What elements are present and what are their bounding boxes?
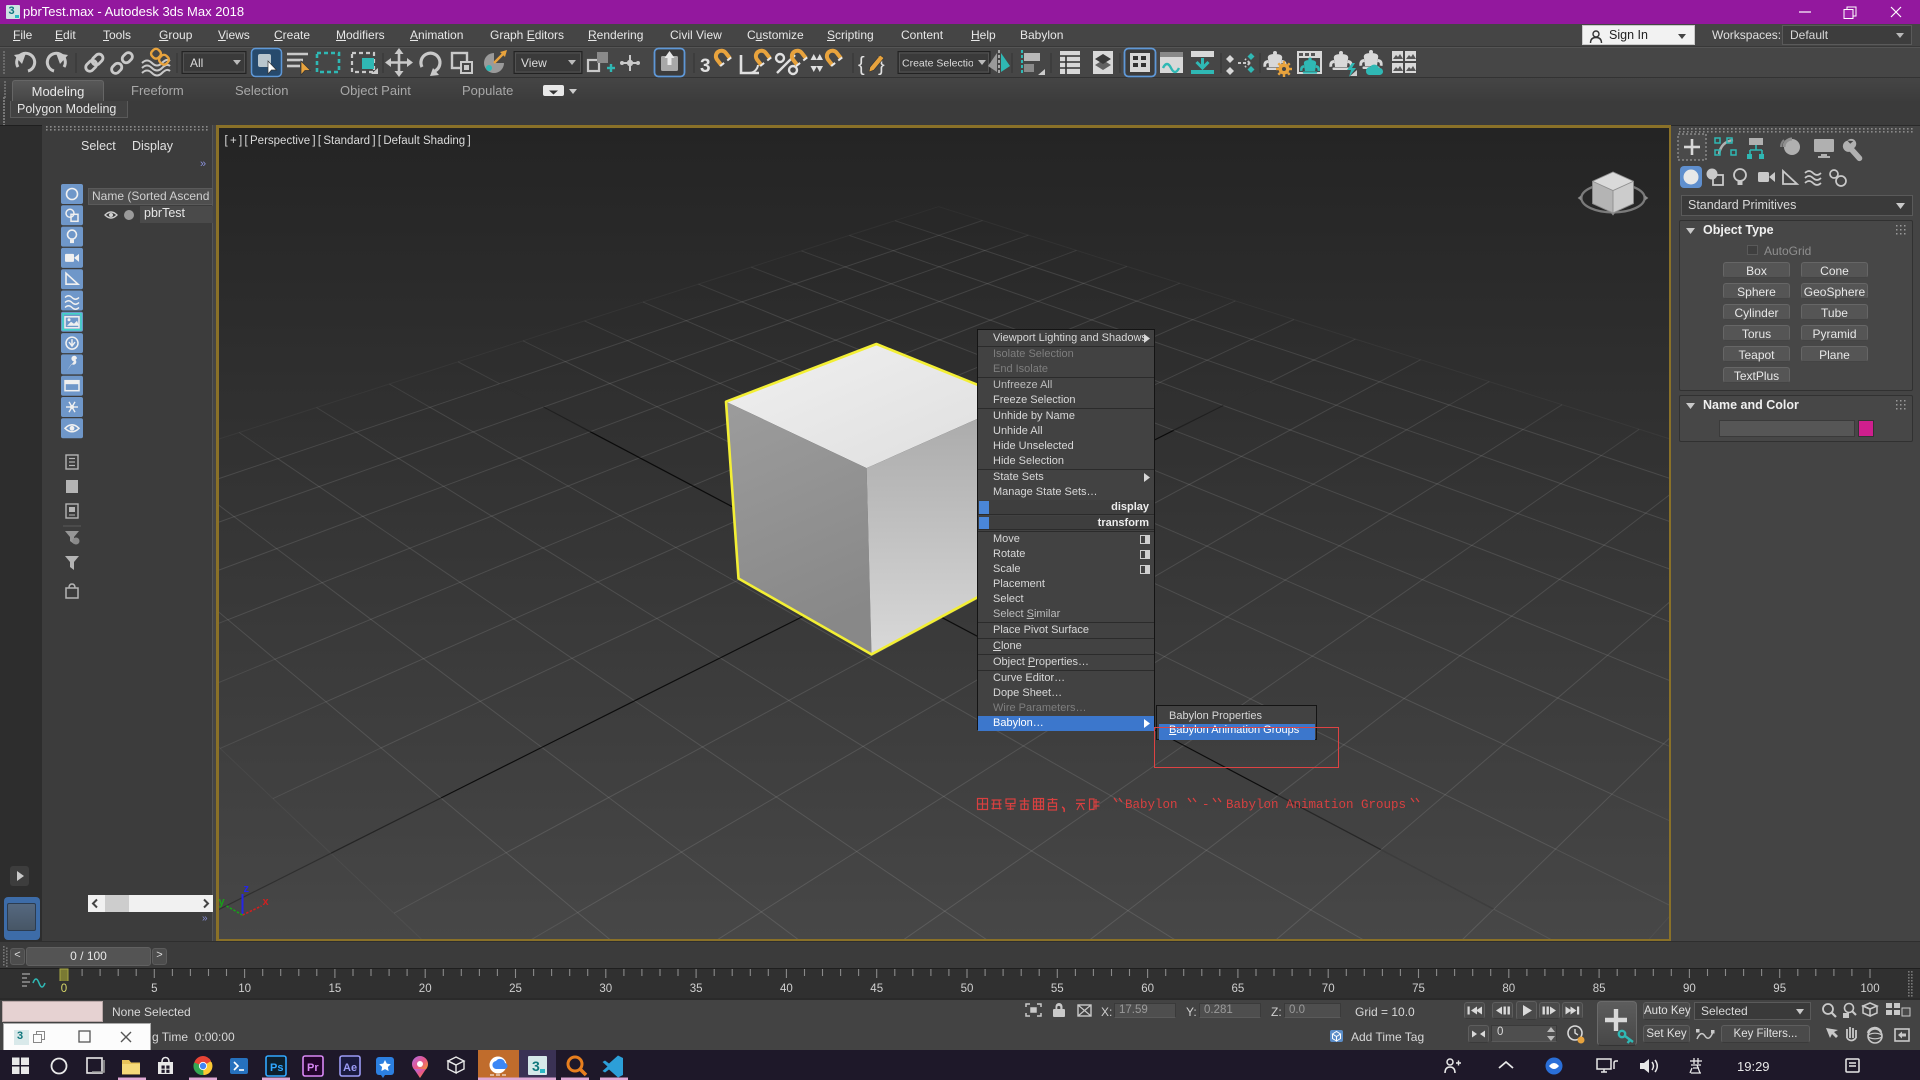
svg-text:100: 100 [1860,983,1879,995]
svg-text:45: 45 [870,983,883,995]
svg-text:x: x [263,896,270,908]
svg-text:30: 30 [599,983,612,995]
svg-text:55: 55 [1051,983,1064,995]
svg-text:z: z [244,883,250,895]
svg-text:65: 65 [1232,983,1245,995]
svg-text:3: 3 [700,56,711,77]
svg-text:35: 35 [690,983,703,995]
svg-text:0: 0 [61,983,67,995]
svg-text:85: 85 [1593,983,1606,995]
svg-text:25: 25 [509,983,522,995]
svg-text:15: 15 [329,983,342,995]
svg-text:Pr: Pr [307,1062,319,1074]
svg-text:10: 10 [238,983,251,995]
svg-text:20: 20 [419,983,432,995]
svg-text:View: View [521,56,547,70]
svg-text:19:29: 19:29 [1737,1059,1770,1074]
svg-text:60: 60 [1141,983,1154,995]
svg-text:90: 90 [1683,983,1696,995]
svg-text:All: All [190,56,203,70]
svg-text:Ae: Ae [343,1062,357,1074]
svg-text:Babylon Animation Groups: Babylon Animation Groups [1226,798,1406,812]
svg-text:80: 80 [1502,983,1515,995]
svg-text:95: 95 [1773,983,1786,995]
svg-text:5: 5 [151,983,157,995]
svg-text:Ps: Ps [270,1062,283,1074]
svg-text:50: 50 [961,983,974,995]
svg-text:y: y [219,896,226,908]
svg-text:40: 40 [780,983,793,995]
svg-text:{: { [858,54,865,76]
svg-text:75: 75 [1412,983,1425,995]
svg-text:3: 3 [532,1058,540,1074]
svg-text:-: - [1202,798,1210,812]
svg-text:70: 70 [1322,983,1335,995]
svg-text:Babylon: Babylon [1125,798,1178,812]
